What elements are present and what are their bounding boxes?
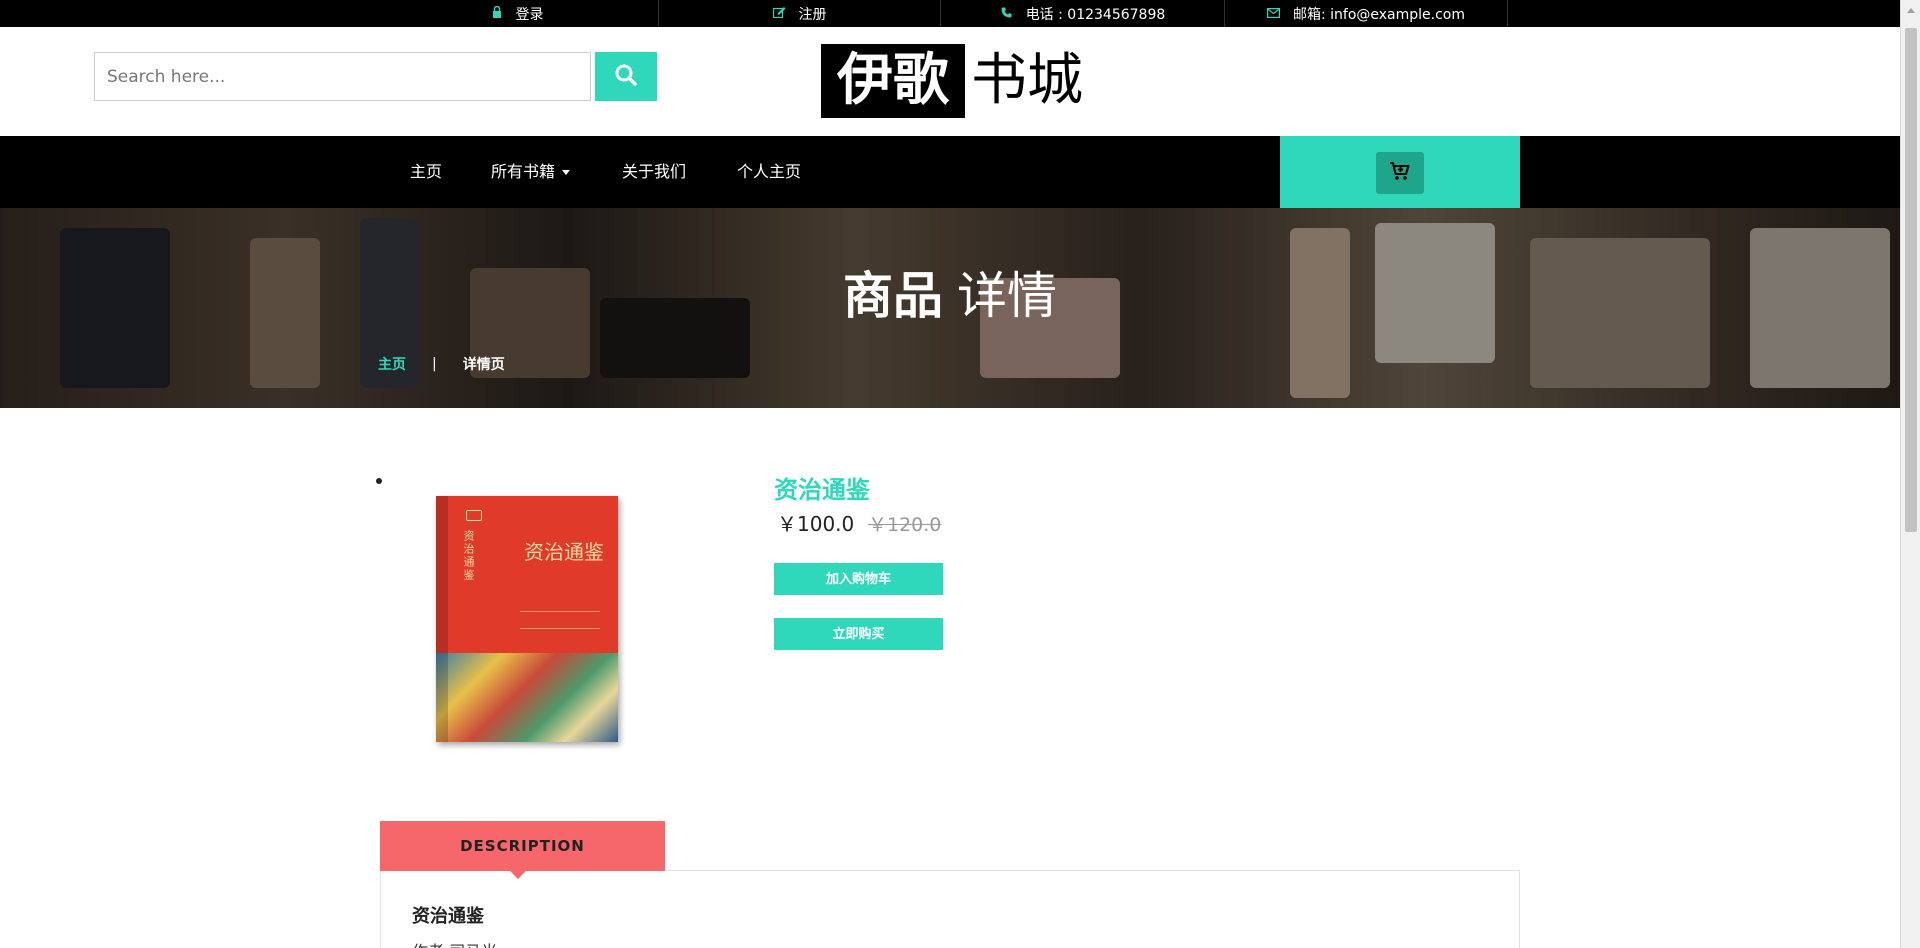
page-scrollbar[interactable] xyxy=(1900,0,1920,948)
banner-title-light: 详情 xyxy=(957,267,1057,325)
tab-pointer xyxy=(510,871,526,879)
page: 登录 注册 电话 : 01234567898 邮箱: info@example.… xyxy=(0,0,1920,948)
phone-icon xyxy=(1000,7,1014,21)
search-input[interactable] xyxy=(94,52,591,101)
description-title: 资治通鉴 xyxy=(412,906,484,927)
register-label: 注册 xyxy=(798,6,827,23)
edit-icon xyxy=(772,6,787,21)
cart-panel xyxy=(1280,136,1520,209)
product-old-price: ￥120.0 xyxy=(868,514,942,536)
breadcrumb-current: 详情页 xyxy=(462,357,505,373)
top-bar: 登录 注册 电话 : 01234567898 邮箱: info@example.… xyxy=(0,0,1920,27)
book-spine xyxy=(436,496,448,742)
logo-light-text: 书城 xyxy=(971,48,1083,113)
scroll-up-arrow-icon[interactable] xyxy=(1907,8,1915,13)
list-bullet xyxy=(376,478,382,484)
breadcrumb: 主页 | 详情页 xyxy=(378,354,505,374)
description-panel xyxy=(380,870,1520,948)
publisher-badge-icon xyxy=(466,510,482,521)
email-label: 邮箱: info@example.com xyxy=(1292,6,1466,23)
banner-title-bold: 商品 xyxy=(843,267,943,325)
nav-item-all-books[interactable]: 所有书籍 xyxy=(491,136,571,208)
register-link[interactable]: 注册 xyxy=(659,0,941,27)
nav-item-profile[interactable]: 个人主页 xyxy=(737,136,801,208)
book-cover-title: 资治通鉴 xyxy=(524,540,604,564)
add-to-cart-button[interactable]: 加入购物车 xyxy=(774,563,943,595)
breadcrumb-home-link[interactable]: 主页 xyxy=(378,354,406,374)
logo-bold-text: 伊歌 xyxy=(821,44,965,118)
phone-info: 电话 : 01234567898 xyxy=(941,0,1225,27)
nav-item-label: 主页 xyxy=(410,162,443,181)
product-image[interactable]: 资治通鉴 资治通鉴 xyxy=(436,496,618,742)
book-cover-vertical-title: 资治通鉴 xyxy=(462,530,475,582)
search-icon xyxy=(614,63,638,90)
main-nav: 主页 所有书籍 关于我们 个人主页 xyxy=(0,136,1920,208)
envelope-icon xyxy=(1267,7,1281,21)
nav-item-home[interactable]: 主页 xyxy=(410,136,442,208)
tab-description[interactable]: DESCRIPTION xyxy=(380,821,665,871)
nav-item-label: 个人主页 xyxy=(737,162,802,181)
nav-item-label: 关于我们 xyxy=(622,162,687,181)
description-author: 作者:司马光 xyxy=(412,938,497,948)
email-info: 邮箱: info@example.com xyxy=(1225,0,1508,27)
caret-down-icon xyxy=(562,170,571,175)
login-label: 登录 xyxy=(515,6,544,23)
cart-button[interactable] xyxy=(1376,152,1424,194)
page-banner: 商品 详情 主页 | 详情页 xyxy=(0,208,1900,408)
login-link[interactable]: 登录 xyxy=(375,0,659,27)
scrollbar-thumb[interactable] xyxy=(1905,28,1917,532)
product-name: 资治通鉴 xyxy=(774,476,870,504)
shopping-cart-icon xyxy=(1389,161,1411,185)
book-cover-illustration xyxy=(436,653,618,742)
product-price: ￥100.0 xyxy=(777,512,855,536)
banner-title: 商品 详情 xyxy=(0,256,1900,328)
book-cover-rule xyxy=(520,611,600,629)
phone-label: 电话 : 01234567898 xyxy=(1025,6,1166,23)
nav-item-label: 所有书籍 xyxy=(491,162,556,181)
breadcrumb-separator: | xyxy=(432,356,437,372)
site-logo[interactable]: 伊歌 书城 xyxy=(821,44,1083,118)
nav-item-about[interactable]: 关于我们 xyxy=(622,136,686,208)
buy-now-button[interactable]: 立即购买 xyxy=(774,618,943,650)
search-button[interactable] xyxy=(595,52,657,101)
lock-icon xyxy=(490,5,504,21)
